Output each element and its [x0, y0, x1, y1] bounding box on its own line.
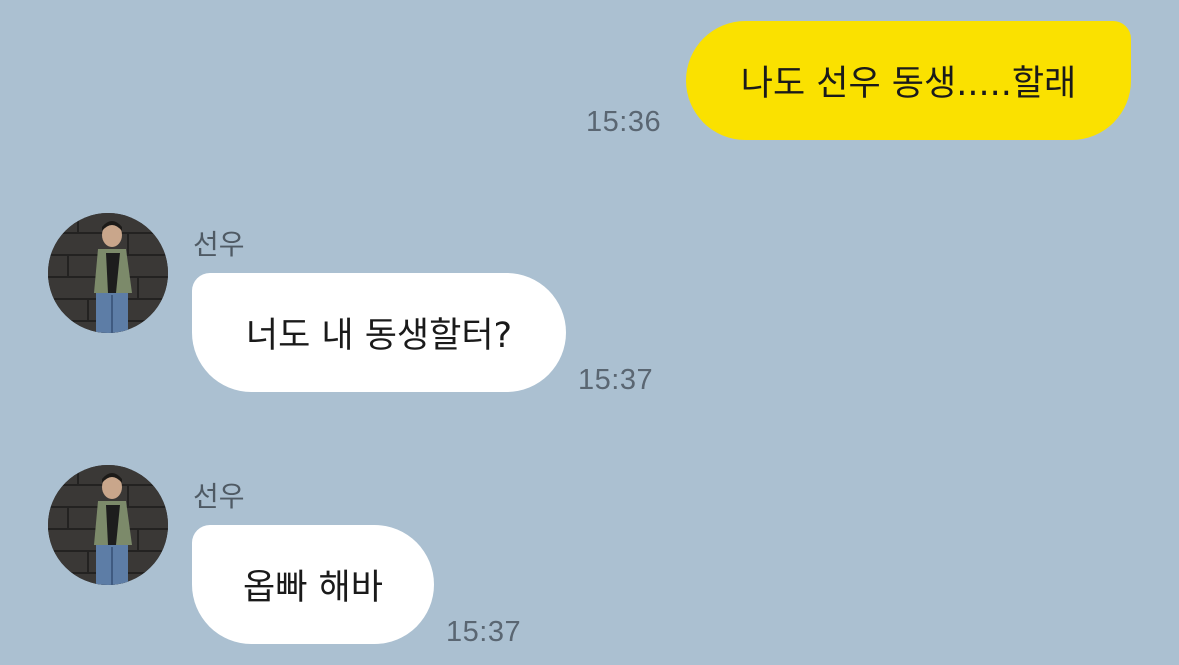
received-message-bubble[interactable]: 너도 내 동생할터? — [192, 273, 566, 392]
profile-photo — [48, 213, 168, 333]
message-text: 너도 내 동생할터? — [245, 316, 513, 356]
received-message-bubble[interactable]: 옵빠 해바 — [192, 525, 434, 644]
message-text: 옵빠 해바 — [243, 568, 383, 608]
sender-name: 선우 — [193, 480, 245, 513]
chat-area[interactable]: 15:36 나도 선우 동생.....할래 선우 너도 내 동생할터? 15:3… — [0, 0, 1179, 665]
sent-message-bubble[interactable]: 나도 선우 동생.....할래 — [686, 21, 1131, 140]
message-time: 15:37 — [446, 616, 522, 648]
avatar[interactable] — [48, 465, 168, 585]
message-text: 나도 선우 동생.....할래 — [740, 64, 1077, 104]
profile-photo — [48, 465, 168, 585]
message-time: 15:36 — [586, 106, 662, 138]
sender-name: 선우 — [193, 228, 245, 261]
message-time: 15:37 — [578, 364, 654, 396]
avatar[interactable] — [48, 213, 168, 333]
